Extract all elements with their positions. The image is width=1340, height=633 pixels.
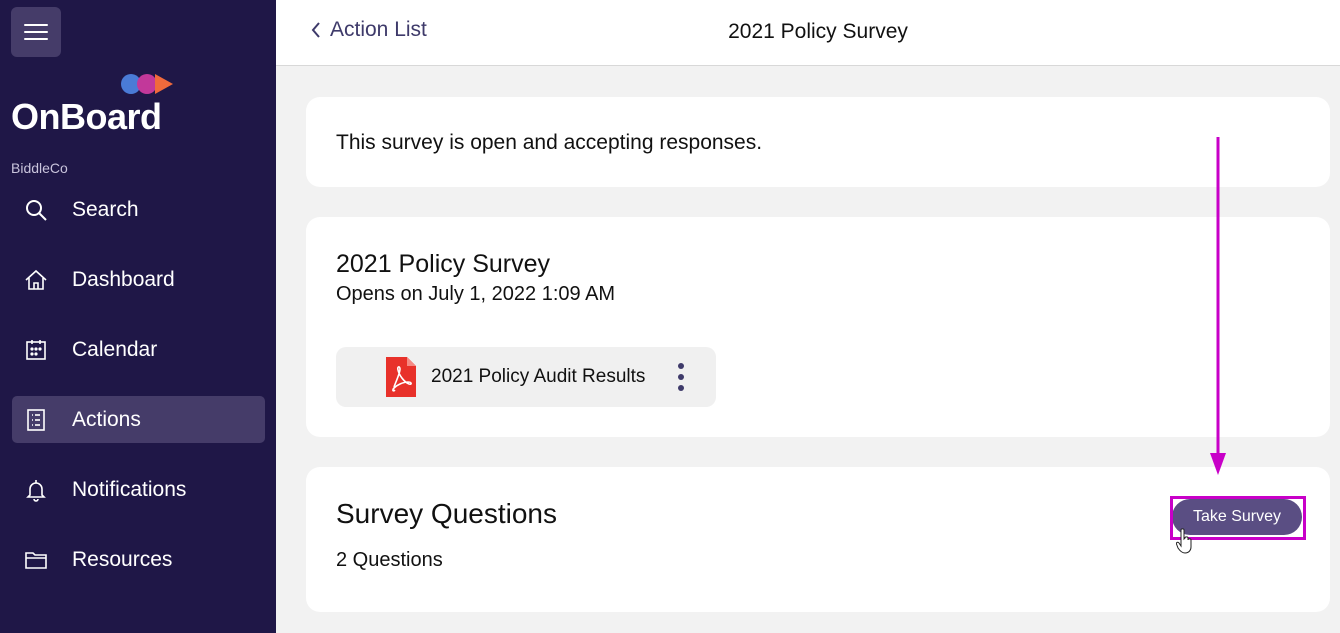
sidebar-item-label: Search [72, 197, 139, 221]
attachment-item[interactable]: 2021 Policy Audit Results [336, 347, 716, 407]
survey-status-text: This survey is open and accepting respon… [336, 131, 763, 154]
hand-cursor-icon [1176, 528, 1192, 554]
folder-icon [24, 548, 48, 572]
kebab-dot [678, 385, 684, 391]
checklist-icon [24, 408, 48, 432]
question-count: 2 Questions [336, 549, 443, 571]
calendar-icon [24, 338, 48, 362]
page-title: 2021 Policy Survey [728, 20, 908, 43]
attachment-name: 2021 Policy Audit Results [431, 366, 646, 387]
sidebar-item-resources[interactable]: Resources [12, 536, 265, 583]
sidebar-item-label: Resources [72, 547, 173, 571]
logo-dots-icon [121, 74, 173, 94]
menu-line [24, 38, 48, 40]
bell-icon [24, 478, 48, 502]
hamburger-menu-button[interactable] [11, 7, 61, 57]
survey-title: 2021 Policy Survey [336, 250, 551, 278]
top-header: Action List 2021 Policy Survey [276, 0, 1340, 66]
menu-line [24, 24, 48, 26]
onboard-logo[interactable]: OnBoard [11, 70, 181, 137]
sidebar-item-label: Actions [72, 407, 141, 431]
sidebar-nav: Search Dashboard Calendar Actions Notifi… [12, 186, 265, 606]
sidebar-item-label: Calendar [72, 337, 158, 361]
survey-status-card: This survey is open and accepting respon… [306, 97, 1330, 187]
survey-questions-title: Survey Questions [336, 498, 557, 529]
search-icon [24, 198, 48, 222]
sidebar-item-label: Dashboard [72, 267, 175, 291]
home-icon [24, 268, 48, 292]
sidebar-item-label: Notifications [72, 477, 187, 501]
menu-line [24, 31, 48, 33]
pdf-icon [386, 357, 416, 397]
sidebar-item-dashboard[interactable]: Dashboard [12, 256, 265, 303]
survey-info-card: 2021 Policy Survey Opens on July 1, 2022… [306, 217, 1330, 437]
kebab-dot [678, 374, 684, 380]
sidebar: OnBoard BiddleCo Search Dashboard Calend… [0, 0, 276, 633]
attachment-more-options-icon[interactable] [676, 363, 686, 391]
logo-text: OnBoard [11, 96, 162, 137]
survey-opens-date: Opens on July 1, 2022 1:09 AM [336, 283, 616, 305]
org-name: BiddleCo [11, 160, 68, 176]
sidebar-item-calendar[interactable]: Calendar [12, 326, 265, 373]
sidebar-item-search[interactable]: Search [12, 186, 265, 233]
sidebar-item-actions[interactable]: Actions [12, 396, 265, 443]
annotation-arrow-icon [1210, 137, 1226, 475]
sidebar-item-notifications[interactable]: Notifications [12, 466, 265, 513]
kebab-dot [678, 363, 684, 369]
